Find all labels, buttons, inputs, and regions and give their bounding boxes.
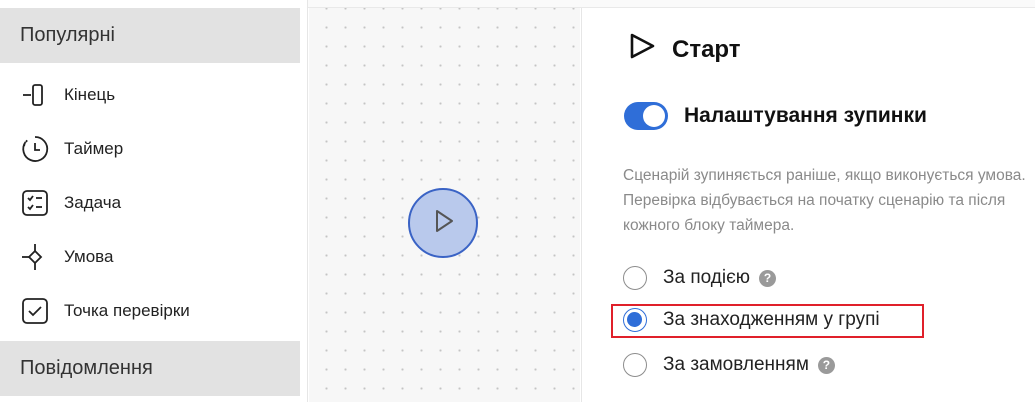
panel-title-text: Старт	[672, 35, 741, 63]
timer-icon	[20, 134, 50, 164]
stop-settings-toggle[interactable]	[624, 102, 668, 130]
palette-item-label: Задача	[64, 193, 122, 212]
condition-icon	[20, 242, 50, 272]
checkpoint-icon	[20, 296, 50, 326]
radio-by-event[interactable]	[623, 266, 647, 290]
option-by-group[interactable]: За знаходженням у групі	[623, 308, 880, 332]
end-icon	[20, 80, 50, 110]
option-label: За замовленням	[663, 354, 809, 375]
task-icon	[20, 188, 50, 218]
option-by-order[interactable]: За замовленням ?	[623, 353, 835, 377]
palette-item-condition[interactable]: Умова	[0, 230, 300, 284]
toggle-knob	[643, 105, 665, 127]
stop-settings-row: Налаштування зупинки	[624, 102, 927, 130]
radio-by-order[interactable]	[623, 353, 647, 377]
palette-item-label: Кінець	[64, 85, 116, 104]
panel-title: Старт	[626, 30, 741, 69]
workflow-canvas[interactable]	[309, 8, 580, 402]
stop-settings-label: Налаштування зупинки	[684, 104, 927, 127]
block-palette: Популярні Кінець Таймер Задача Умова Точ…	[0, 0, 308, 402]
help-icon[interactable]: ?	[817, 356, 835, 374]
section-popular-label: Популярні	[20, 24, 115, 46]
stop-settings-description: Сценарій зупиняється раніше, якщо викону…	[623, 167, 1026, 234]
palette-item-label: Точка перевірки	[64, 301, 190, 320]
start-node[interactable]	[408, 188, 478, 258]
section-messages-label: Повідомлення	[20, 357, 153, 379]
play-outline-icon	[626, 30, 672, 69]
palette-item-task[interactable]: Задача	[0, 176, 300, 230]
palette-item-checkpoint[interactable]: Точка перевірки	[0, 284, 300, 338]
option-by-event[interactable]: За подією ?	[623, 266, 777, 290]
play-icon	[428, 206, 458, 241]
section-popular[interactable]: Популярні	[0, 8, 300, 63]
palette-item-end[interactable]: Кінець	[0, 68, 300, 122]
palette-item-label: Умова	[64, 247, 114, 266]
section-messages[interactable]: Повідомлення	[0, 341, 300, 396]
palette-item-timer[interactable]: Таймер	[0, 122, 300, 176]
option-label: За знаходженням у групі	[663, 309, 880, 330]
palette-item-label: Таймер	[64, 139, 124, 158]
properties-panel: Старт Налаштування зупинки Сценарій зупи…	[581, 8, 1035, 402]
radio-by-group[interactable]	[623, 308, 647, 332]
help-icon[interactable]: ?	[759, 269, 777, 287]
option-label: За подією	[663, 267, 751, 288]
